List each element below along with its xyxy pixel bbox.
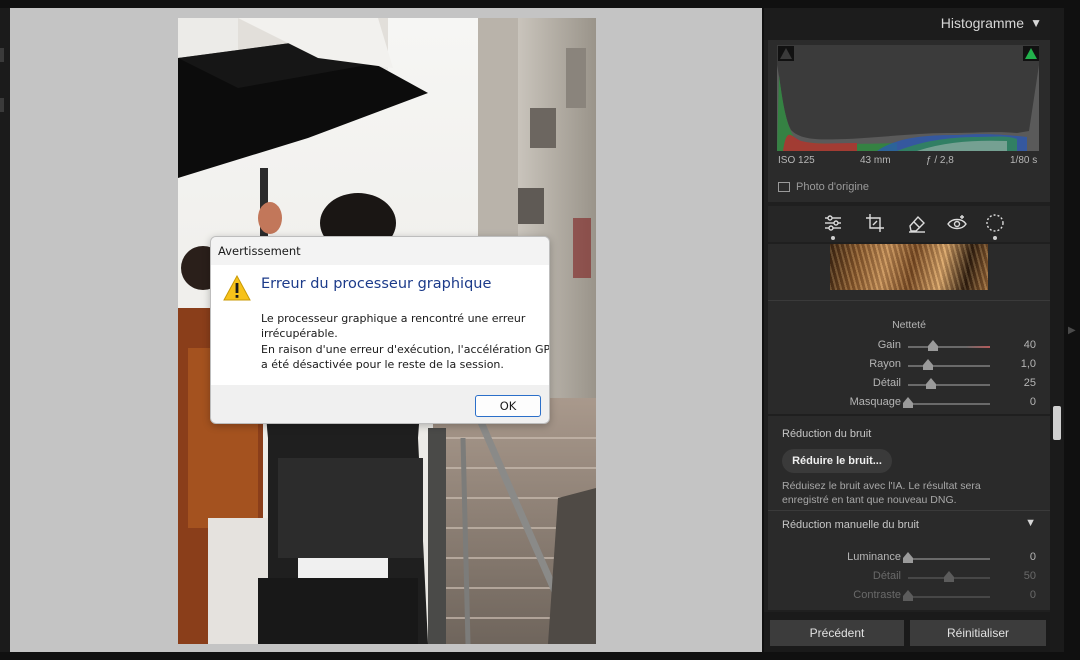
slider-thumb[interactable] bbox=[925, 378, 936, 389]
expand-right-icon[interactable]: ▶ bbox=[1068, 325, 1076, 336]
slider-row-gain[interactable]: Gain 40 bbox=[768, 337, 1050, 355]
highlight-clipping-icon[interactable] bbox=[1023, 46, 1039, 61]
slider-row-radius[interactable]: Rayon 1,0 bbox=[768, 356, 1050, 374]
slider-row-luminance[interactable]: Luminance 0 bbox=[768, 549, 1050, 567]
mask-indicator bbox=[993, 236, 997, 240]
detail-section: Netteté Gain 40 Rayon 1,0 Détail 25 Masq bbox=[768, 244, 1050, 414]
original-photo-label: Photo d'origine bbox=[796, 181, 870, 193]
slider-label: Masquage bbox=[849, 396, 901, 408]
slider-thumb[interactable] bbox=[903, 397, 913, 408]
section-divider bbox=[768, 300, 1050, 301]
exif-aperture: ƒ / 2,8 bbox=[926, 155, 954, 166]
slider-value[interactable]: 40 bbox=[1024, 339, 1036, 351]
histogram-graph[interactable] bbox=[777, 45, 1039, 151]
denoise-description: Réduisez le bruit avec l'IA. Le résultat… bbox=[782, 479, 1002, 507]
slider-row-detail[interactable]: Détail 25 bbox=[768, 375, 1050, 393]
ok-button[interactable]: OK bbox=[475, 395, 541, 417]
slider-thumb[interactable] bbox=[903, 552, 913, 563]
slider-label: Rayon bbox=[869, 358, 901, 370]
dialog-title: Avertissement bbox=[218, 244, 301, 258]
slider-track[interactable] bbox=[908, 346, 990, 348]
dialog-heading: Erreur du processeur graphique bbox=[261, 276, 492, 292]
slider-track[interactable] bbox=[908, 384, 990, 386]
scrollbar-thumb[interactable] bbox=[1053, 406, 1061, 440]
noise-reduction-title: Réduction du bruit bbox=[782, 428, 872, 440]
left-panel-handle-2[interactable] bbox=[0, 98, 4, 112]
denoise-description-line: Réduisez le bruit avec l'IA. Le résultat… bbox=[782, 480, 981, 492]
left-panel-strip bbox=[0, 8, 10, 652]
original-photo-checkbox[interactable] bbox=[778, 182, 790, 192]
denoise-button[interactable]: Réduire le bruit... bbox=[782, 449, 892, 473]
slider-row-contrast[interactable]: Contraste 0 bbox=[768, 587, 1050, 605]
histogram-panel: ISO 125 43 mm ƒ / 2,8 1/80 s Photo d'ori… bbox=[768, 40, 1050, 202]
mask-icon[interactable] bbox=[984, 212, 1006, 234]
slider-track[interactable] bbox=[908, 365, 990, 367]
slider-row-masking[interactable]: Masquage 0 bbox=[768, 394, 1050, 412]
reset-button[interactable]: Réinitialiser bbox=[910, 620, 1046, 646]
manual-noise-title[interactable]: Réduction manuelle du bruit bbox=[782, 519, 919, 531]
slider-value[interactable]: 50 bbox=[1024, 570, 1036, 582]
manual-noise-section: Réduction manuelle du bruit ▼ Luminance … bbox=[768, 510, 1050, 610]
slider-row-noise-detail[interactable]: Détail 50 bbox=[768, 568, 1050, 586]
crop-icon[interactable] bbox=[864, 212, 886, 234]
dialog-message-line: irrécupérable. bbox=[261, 327, 338, 340]
slider-value[interactable]: 0 bbox=[1030, 589, 1036, 601]
slider-label: Gain bbox=[877, 339, 901, 351]
sharpening-title: Netteté bbox=[892, 319, 926, 331]
heal-eraser-icon[interactable] bbox=[906, 212, 928, 234]
slider-label: Détail bbox=[872, 377, 901, 389]
tool-strip bbox=[768, 206, 1050, 242]
dialog-message-line: a été désactivée pour le reste de la ses… bbox=[261, 358, 504, 371]
exif-iso: ISO 125 bbox=[778, 155, 815, 166]
slider-value[interactable]: 0 bbox=[1030, 396, 1036, 408]
edit-sliders-icon[interactable] bbox=[822, 212, 844, 234]
active-tool-indicator bbox=[831, 236, 835, 240]
panel-scrollbar[interactable] bbox=[1050, 8, 1064, 652]
histogram-curve bbox=[777, 65, 1039, 151]
denoise-description-line: enregistré en tant que nouveau DNG. bbox=[782, 494, 957, 506]
dialog-message-line: En raison d'une erreur d'exécution, l'ac… bbox=[261, 343, 550, 356]
gpu-error-dialog: Avertissement Erreur du processeur graph… bbox=[210, 236, 550, 424]
slider-track[interactable] bbox=[908, 596, 990, 598]
slider-thumb[interactable] bbox=[903, 590, 913, 601]
histogram-header[interactable]: Histogramme ▼ bbox=[764, 8, 1050, 40]
detail-zoom-preview[interactable] bbox=[830, 244, 988, 290]
left-panel-handle[interactable] bbox=[0, 48, 4, 62]
histogram-title: Histogramme bbox=[940, 15, 1024, 31]
warning-icon bbox=[223, 274, 251, 301]
exif-shutter: 1/80 s bbox=[1010, 155, 1038, 166]
slider-label: Détail bbox=[872, 570, 901, 582]
exif-focal-length: 43 mm bbox=[860, 155, 891, 166]
lightroom-window: Histogramme ▼ ISO 125 43 mm ƒ / 2,8 1/80… bbox=[0, 0, 1080, 660]
dialog-titlebar[interactable]: Avertissement bbox=[211, 237, 549, 265]
slider-label: Contraste bbox=[853, 589, 901, 601]
previous-button[interactable]: Précédent bbox=[770, 620, 904, 646]
slider-thumb[interactable] bbox=[922, 359, 933, 370]
noise-reduction-section: Réduction du bruit Réduire le bruit... R… bbox=[768, 416, 1050, 510]
slider-track[interactable] bbox=[908, 403, 990, 405]
dialog-body: Erreur du processeur graphique Le proces… bbox=[211, 265, 550, 385]
collapse-arrow-icon[interactable]: ▼ bbox=[1030, 16, 1042, 30]
dialog-message-line: Le processeur graphique a rencontré une … bbox=[261, 312, 526, 325]
develop-right-panel: Histogramme ▼ ISO 125 43 mm ƒ / 2,8 1/80… bbox=[764, 8, 1050, 652]
slider-track[interactable] bbox=[908, 558, 990, 560]
bottom-button-bar: Précédent Réinitialiser bbox=[764, 612, 1050, 652]
red-eye-icon[interactable] bbox=[946, 212, 968, 234]
shadow-clipping-icon[interactable] bbox=[778, 46, 794, 61]
slider-label: Luminance bbox=[847, 551, 901, 563]
slider-thumb[interactable] bbox=[927, 340, 938, 351]
collapse-arrow-icon[interactable]: ▼ bbox=[1025, 517, 1036, 529]
slider-thumb[interactable] bbox=[944, 571, 954, 582]
slider-value[interactable]: 0 bbox=[1030, 551, 1036, 563]
slider-value[interactable]: 25 bbox=[1024, 377, 1036, 389]
slider-value[interactable]: 1,0 bbox=[1021, 358, 1036, 370]
